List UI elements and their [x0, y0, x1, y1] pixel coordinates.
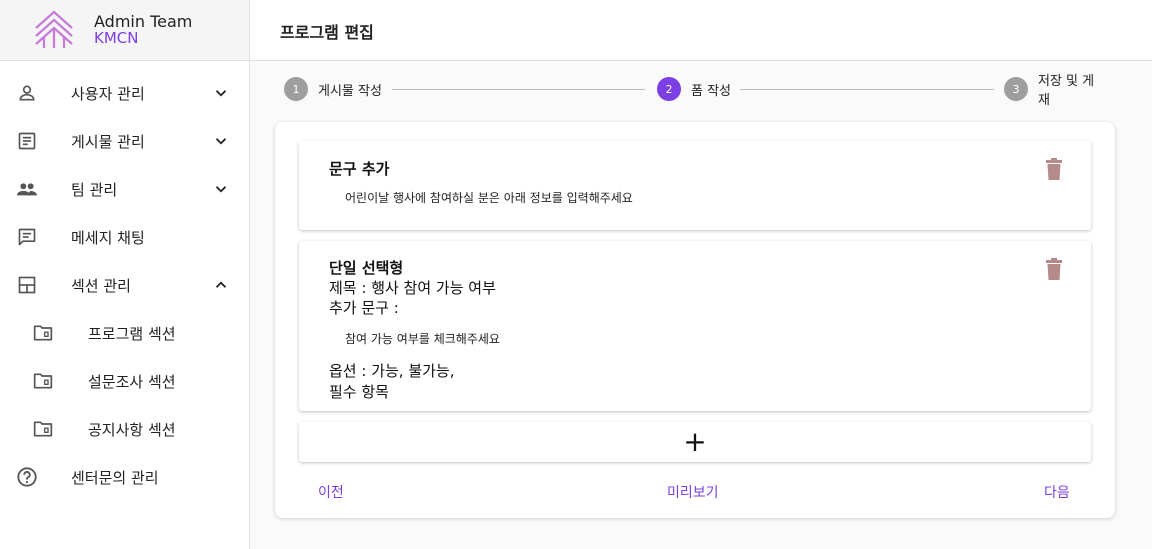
sidebar-item-team-management[interactable]: 팀 관리	[0, 165, 249, 213]
sidebar-item-label: 게시물 관리	[71, 132, 145, 151]
step-save-publish[interactable]: 3 저장 및 게재	[1004, 74, 1106, 108]
block-title: 문구 추가	[329, 160, 390, 178]
sidebar-nav: 사용자 관리 게시물 관리 팀 관리 메세지 채팅 섹션 관리 프로그램 섹션 …	[0, 69, 249, 501]
chevron-down-icon[interactable]	[212, 180, 230, 198]
sidebar-item-center-inquiry[interactable]: 센터문의 관리	[0, 453, 249, 501]
top-header: 프로그램 편집	[250, 0, 1152, 61]
step-post-write[interactable]: 1 게시물 작성	[284, 77, 382, 101]
extra-text: 참여 가능 여부를 체크해주세요	[345, 332, 500, 346]
sidebar-item-post-management[interactable]: 게시물 관리	[0, 117, 249, 165]
plus-icon: +	[683, 425, 707, 458]
add-block-button[interactable]: +	[299, 422, 1091, 462]
person-icon	[16, 82, 38, 104]
trash-icon[interactable]	[1044, 158, 1064, 180]
step-connector	[740, 89, 994, 90]
sidebar-item-label: 설문조사 섹션	[88, 372, 176, 391]
page-title: 프로그램 편집	[280, 23, 374, 42]
question-subject: 제목 : 행사 참여 가능 여부	[329, 279, 496, 297]
sidebar-item-label: 섹션 관리	[71, 276, 131, 295]
step-number: 1	[284, 77, 308, 101]
extra-text-label: 추가 문구 :	[329, 299, 399, 317]
chat-icon	[16, 226, 38, 248]
trash-icon[interactable]	[1044, 258, 1064, 280]
sidebar-item-survey-section[interactable]: 설문조사 섹션	[0, 357, 249, 405]
sidebar-item-program-section[interactable]: 프로그램 섹션	[0, 309, 249, 357]
kmcn-logo	[35, 10, 73, 48]
prev-button[interactable]: 이전	[318, 482, 344, 502]
brand-team: Admin Team	[94, 12, 193, 31]
form-actions: 이전 미리보기 다음	[275, 482, 1115, 502]
preview-button[interactable]: 미리보기	[667, 482, 719, 502]
form-block-text[interactable]: 문구 추가 어린이날 행사에 참여하실 분은 아래 정보를 입력해주세요	[299, 141, 1091, 230]
folder-icon	[32, 322, 54, 344]
next-button[interactable]: 다음	[1044, 482, 1070, 502]
sidebar-item-section-management[interactable]: 섹션 관리	[0, 261, 249, 309]
article-icon	[16, 130, 38, 152]
chevron-down-icon[interactable]	[212, 132, 230, 150]
sidebar: Admin Team KMCN 사용자 관리 게시물 관리 팀 관리 메세지 채…	[0, 0, 250, 549]
step-number: 2	[657, 77, 681, 101]
brand-org: KMCN	[94, 29, 139, 47]
brand-header: Admin Team KMCN	[0, 0, 249, 61]
sidebar-item-user-management[interactable]: 사용자 관리	[0, 69, 249, 117]
sidebar-item-label: 팀 관리	[71, 180, 118, 199]
chevron-up-icon[interactable]	[212, 276, 230, 294]
form-editor-card: 문구 추가 어린이날 행사에 참여하실 분은 아래 정보를 입력해주세요 단일 …	[275, 122, 1115, 518]
sidebar-item-label: 사용자 관리	[71, 84, 145, 103]
layout-icon	[16, 274, 38, 296]
sidebar-item-label: 센터문의 관리	[71, 468, 159, 487]
stepper: 1 게시물 작성 2 폼 작성 3 저장 및 게재	[284, 74, 1106, 108]
sidebar-item-label: 공지사항 섹션	[88, 420, 176, 439]
block-text: 어린이날 행사에 참여하실 분은 아래 정보를 입력해주세요	[345, 191, 633, 205]
step-number: 3	[1004, 77, 1028, 101]
step-label: 폼 작성	[691, 83, 732, 99]
folder-icon	[32, 370, 54, 392]
step-connector	[392, 89, 645, 90]
help-circle-icon	[16, 466, 38, 488]
step-label: 게시물 작성	[318, 83, 382, 99]
chevron-down-icon[interactable]	[212, 84, 230, 102]
sidebar-item-message-chat[interactable]: 메세지 채팅	[0, 213, 249, 261]
folder-icon	[32, 418, 54, 440]
sidebar-item-label: 메세지 채팅	[71, 228, 145, 247]
block-title: 단일 선택형	[329, 259, 404, 277]
sidebar-item-notice-section[interactable]: 공지사항 섹션	[0, 405, 249, 453]
form-block-single-choice[interactable]: 단일 선택형 제목 : 행사 참여 가능 여부 추가 문구 : 참여 가능 여부…	[299, 241, 1091, 411]
options-list: 옵션 : 가능, 불가능,	[329, 362, 455, 380]
step-label: 저장 및 게재	[1037, 74, 1095, 108]
step-form-write[interactable]: 2 폼 작성	[657, 77, 731, 101]
group-icon	[16, 178, 38, 200]
required-label: 필수 항목	[329, 383, 389, 401]
sidebar-item-label: 프로그램 섹션	[88, 324, 176, 343]
